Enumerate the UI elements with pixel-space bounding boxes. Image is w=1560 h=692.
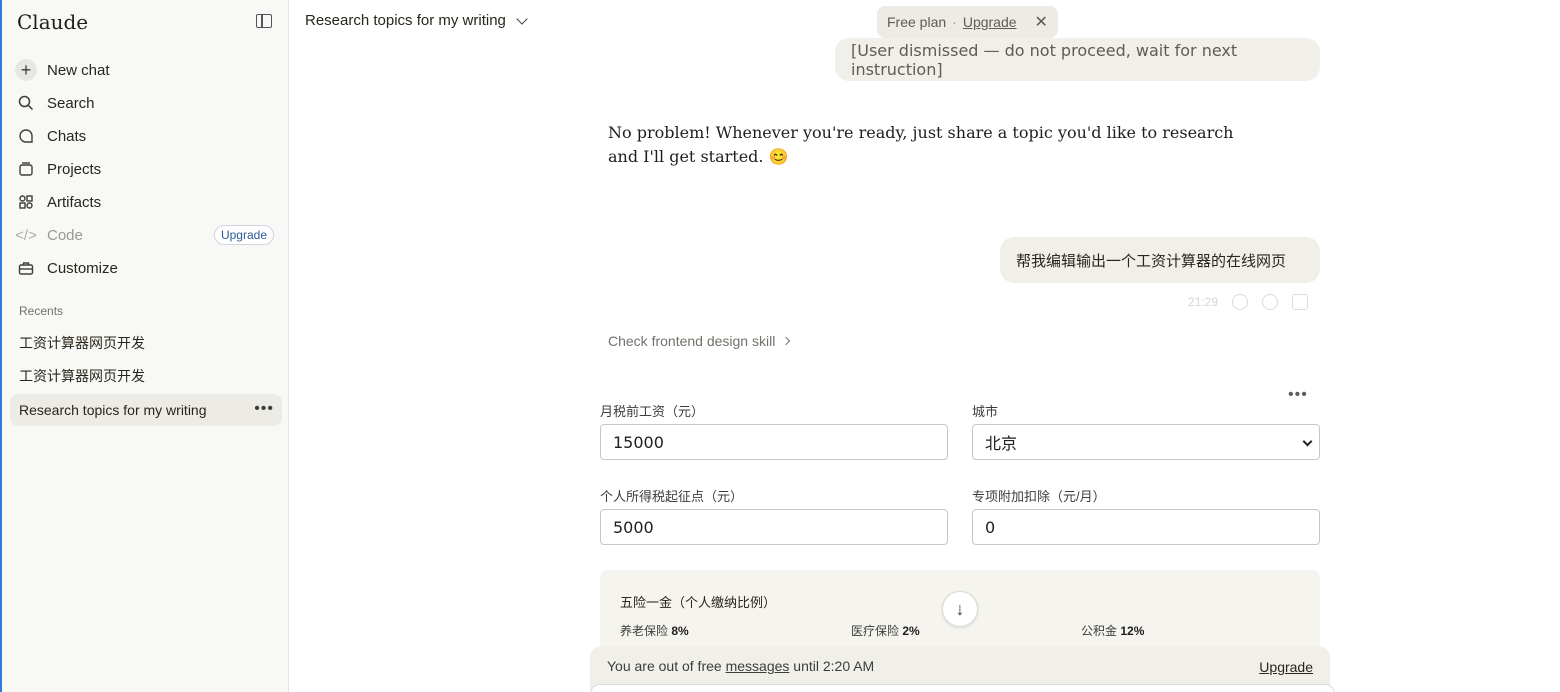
nav-label: Search [47, 94, 95, 112]
plus-icon: + [15, 59, 37, 81]
city-select[interactable]: 北京 [972, 424, 1320, 460]
skill-link[interactable]: Check frontend design skill [608, 333, 791, 349]
sidebar-toggle-icon[interactable] [256, 14, 272, 28]
plan-label: Free plan [887, 14, 947, 30]
brand-logo[interactable]: Claude [17, 10, 88, 34]
limit-prefix: You are out of free [607, 658, 726, 674]
deduction-input[interactable]: 0 [972, 509, 1320, 545]
user-message: [User dismissed — do not proceed, wait f… [835, 38, 1320, 81]
usage-limit-text: You are out of free messages until 2:20 … [607, 658, 874, 674]
insurance-item-label: 养老保险 [620, 624, 669, 638]
insurance-item-value: 8% [671, 624, 689, 638]
more-options-icon[interactable]: ••• [254, 400, 274, 418]
limit-upgrade-link[interactable]: Upgrade [1259, 659, 1313, 675]
briefcase-icon [15, 257, 37, 279]
insurance-title: 五险一金（个人缴纳比例） [620, 595, 777, 610]
retry-icon[interactable] [1232, 294, 1249, 310]
nav-label: Chats [47, 127, 87, 145]
message-actions: 21:29 [1188, 294, 1309, 310]
chat-bubble-icon [15, 125, 37, 147]
messages-link[interactable]: messages [726, 658, 790, 674]
search-icon [15, 92, 37, 114]
sidebar: Claude + New chat Search Chats Projects … [0, 0, 289, 692]
chevron-right-icon [782, 336, 791, 346]
chats-nav-item[interactable]: Chats [10, 121, 282, 151]
recent-chat-item[interactable]: 工资计算器网页开发 [10, 327, 282, 359]
deduction-label: 专项附加扣除（元/月） [972, 489, 1106, 504]
search-nav-item[interactable]: Search [10, 88, 282, 118]
nav-label: Projects [47, 160, 102, 178]
chat-title: Research topics for my writing [305, 12, 506, 29]
recents-heading: Recents [19, 304, 64, 318]
recent-chat-item[interactable]: 工资计算器网页开发 [10, 360, 282, 392]
copy-icon[interactable] [1292, 294, 1309, 310]
chat-title-dropdown[interactable]: Research topics for my writing [305, 12, 528, 29]
code-icon: </> [15, 226, 37, 244]
nav-label: Customize [47, 259, 118, 277]
composer-input[interactable] [590, 684, 1335, 692]
edit-icon[interactable] [1262, 294, 1279, 310]
limit-suffix: until 2:20 AM [789, 658, 875, 674]
artifacts-nav-item[interactable]: Artifacts [10, 187, 282, 217]
insurance-item-label: 医疗保险 [851, 624, 900, 638]
assistant-message: No problem! Whenever you're ready, just … [608, 123, 1234, 166]
salary-label: 月税前工资（元） [600, 404, 705, 419]
city-label: 城市 [972, 404, 999, 419]
projects-nav-item[interactable]: Projects [10, 154, 282, 184]
insurance-item-label: 公积金 [1081, 624, 1118, 638]
insurance-item-housing-fund: 公积金 12% [1081, 622, 1144, 639]
new-chat-button[interactable]: + New chat [10, 55, 282, 85]
scroll-down-arrow-icon[interactable]: ↓ [942, 591, 978, 627]
artifacts-icon [15, 191, 37, 213]
plan-separator: · [952, 14, 957, 30]
message-timestamp: 21:29 [1188, 295, 1219, 309]
chevron-down-icon [516, 12, 528, 25]
threshold-label: 个人所得税起征点（元） [600, 489, 744, 504]
plan-upgrade-link[interactable]: Upgrade [963, 14, 1017, 30]
nav-label: Artifacts [47, 193, 102, 211]
user-message: 帮我编辑输出一个工资计算器的在线网页 [1000, 237, 1320, 283]
nav-label: Code [47, 226, 83, 244]
plan-banner: Free plan · Upgrade ✕ [877, 6, 1058, 38]
insurance-item-medical: 医疗保险 2% [851, 622, 920, 639]
threshold-input[interactable]: 5000 [600, 509, 948, 545]
skill-link-label: Check frontend design skill [608, 333, 776, 349]
recent-chat-item-active[interactable]: Research topics for my writing ••• [10, 394, 282, 426]
recent-chat-label: Research topics for my writing [19, 402, 207, 418]
salary-input[interactable]: 15000 [600, 424, 948, 460]
folder-icon [15, 158, 37, 180]
customize-nav-item[interactable]: Customize [10, 253, 282, 283]
insurance-item-pension: 养老保险 8% [620, 622, 689, 639]
nav-label: New chat [47, 61, 110, 79]
chevron-down-icon [1302, 436, 1313, 447]
artifact-more-icon[interactable]: ••• [1288, 386, 1308, 404]
code-upgrade-badge[interactable]: Upgrade [213, 225, 274, 245]
city-value: 北京 [985, 434, 1018, 453]
code-nav-item[interactable]: </> Code Upgrade [10, 220, 282, 250]
insurance-item-value: 12% [1120, 624, 1145, 638]
insurance-item-value: 2% [902, 624, 920, 638]
close-icon[interactable]: ✕ [1035, 12, 1048, 32]
